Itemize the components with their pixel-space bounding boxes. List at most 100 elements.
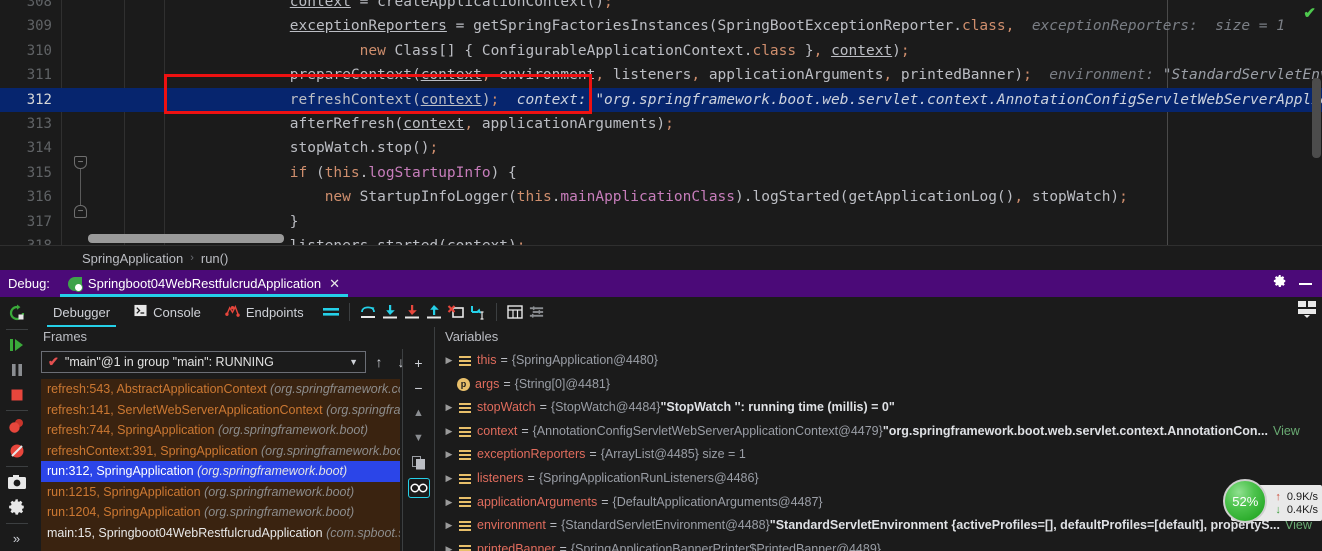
frame-list-item[interactable]: run:312, SpringApplication (org.springfr… [41,461,400,482]
expand-triangle-icon[interactable]: ▶ [441,514,457,538]
expand-triangle-icon[interactable]: ▶ [441,349,457,373]
expand-triangle-icon[interactable]: ▶ [441,491,457,515]
variable-row[interactable]: ▶ exceptionReporters = {ArrayList@4485} siz… [435,443,1322,467]
variable-value: {AnnotationConfigServletWebServerApplica… [532,423,883,438]
frame-package: (org.springframework.boot [261,443,400,458]
variable-value: {String[0]@4481} [514,376,611,391]
resume-program-icon[interactable] [4,336,30,355]
inspection-ok-icon[interactable]: ✔ [1303,4,1316,22]
force-step-into-icon[interactable] [401,301,423,323]
move-down-icon[interactable]: ▼ [408,428,430,448]
code-line[interactable]: 316 new StartupInfoLogger(this.mainAppli… [0,185,1322,209]
console-icon [134,304,147,320]
console-tab-label: Console [153,304,201,320]
step-out-icon[interactable] [423,301,445,323]
gear-icon[interactable] [1273,274,1287,293]
show-execution-point-icon[interactable] [320,301,342,323]
frame-list-item[interactable]: run:1215, SpringApplication (org.springf… [41,482,400,503]
evaluate-expression-icon[interactable] [504,301,526,323]
move-up-icon[interactable]: ▲ [408,403,430,423]
code-line[interactable]: 315 if (this.logStartupInfo) { [0,161,1322,185]
step-over-icon[interactable] [357,301,379,323]
expand-triangle-icon[interactable]: ▶ [441,467,457,491]
pause-program-icon[interactable] [4,360,30,379]
tab-endpoints[interactable]: Endpoints [213,297,316,327]
frame-list-item[interactable]: refresh:543, AbstractApplicationContext … [41,379,400,400]
run-to-cursor-icon[interactable] [467,301,489,323]
frame-list-item[interactable]: main:15, Springboot04WebRestfulcrudAppli… [41,523,400,544]
rerun-icon[interactable] [4,304,30,323]
debugger-content: Debugger Console Endpoints Frames ✔ "mai… [33,297,1322,551]
breadcrumb-item-method[interactable]: run() [197,251,232,266]
settings-layout-icon[interactable] [526,301,548,323]
thread-selector[interactable]: ✔ "main"@1 in group "main": RUNNING ▼ [41,351,366,373]
frames-side-toolbar[interactable]: + − ▲ ▼ [402,349,434,551]
debug-session-tab[interactable]: Springboot04WebRestfulcrudApplication ✕ [59,270,349,297]
view-breakpoints-icon[interactable] [4,417,30,436]
editor-vertical-scrollbar[interactable] [1312,78,1321,158]
view-link[interactable]: View [1268,420,1300,444]
code-line[interactable]: 312 refreshContext(context); context: "o… [0,87,1322,112]
variable-row[interactable]: ▶ context = {AnnotationConfigServletWebServ… [435,420,1322,444]
copy-value-icon[interactable] [408,453,430,473]
code-line[interactable]: 314 stopWatch.stop(); [0,136,1322,160]
code-line[interactable]: 311 prepareContext(context, environment,… [0,63,1322,87]
variable-row[interactable]: p args = {String[0]@4481} [435,373,1322,397]
mute-breakpoints-icon[interactable] [4,441,30,460]
network-speed-widget[interactable]: 52% ↑ 0.9K/s ↓ 0.4K/s [1223,479,1322,523]
variable-row[interactable]: ▶ printedBanner = {SpringApplicationBannerP… [435,538,1322,551]
code-editor[interactable]: 308 context = createApplicationContext()… [0,0,1322,245]
frame-up-icon[interactable]: ↑ [370,354,388,370]
frame-list-item[interactable]: run:1204, SpringApplication (org.springf… [41,502,400,523]
frames-panel-header: Frames [43,329,88,344]
debugger-tabbar[interactable]: Debugger Console Endpoints [33,297,1322,327]
upload-rate-row: ↑ 0.9K/s [1275,491,1318,503]
code-line[interactable]: 313 afterRefresh(context, applicationArg… [0,112,1322,136]
code-text: context = createApplicationContext(); [289,0,613,10]
code-fold-icon-open[interactable]: − [74,156,87,169]
more-actions-icon[interactable]: » [4,529,30,548]
breadcrumb-item-class[interactable]: SpringApplication [78,251,187,266]
editor-horizontal-scrollbar[interactable] [88,234,284,243]
code-line[interactable]: 310 new Class[] { ConfigurableApplicatio… [0,39,1322,63]
add-watch-icon[interactable]: + [408,353,430,373]
variable-row[interactable]: ▶ listeners = {SpringApplicationRunListener… [435,467,1322,491]
frame-method: refresh:543, AbstractApplicationContext [47,382,271,396]
variables-list[interactable]: ▶ this = {SpringApplication@4480} p args = {Str… [435,349,1322,551]
inspect-value-icon[interactable] [407,478,430,498]
frame-list-item[interactable]: refreshContext:391, SpringApplication (o… [41,441,400,462]
close-icon[interactable]: ✕ [327,276,340,292]
variable-row[interactable]: ▶ stopWatch = {StopWatch@4484} "StopWatch '… [435,396,1322,420]
expand-triangle-icon[interactable]: ▶ [441,420,457,444]
variable-value: {SpringApplicationBannerPrinter$PrintedB… [570,541,881,551]
chevron-down-icon[interactable]: ▼ [349,357,361,367]
settings-icon[interactable] [4,498,30,517]
code-line[interactable]: 308 context = createApplicationContext()… [0,0,1322,14]
variable-value: {StandardServletEnvironment@4488} [561,518,770,533]
layout-settings-icon[interactable] [1296,300,1318,318]
frames-list[interactable]: refresh:543, AbstractApplicationContext … [41,379,400,551]
stop-icon[interactable] [4,385,30,404]
drop-frame-icon[interactable] [445,301,467,323]
code-line[interactable]: 317 } [0,210,1322,234]
step-into-icon[interactable] [379,301,401,323]
tab-console[interactable]: Console [122,297,213,327]
variable-row[interactable]: ▶ this = {SpringApplication@4480} [435,349,1322,373]
code-line[interactable]: 309 exceptionReporters = getSpringFactor… [0,14,1322,38]
code-fold-icon-close[interactable]: − [74,205,87,218]
variable-row[interactable]: ▶ environment = {StandardServletEnvironment… [435,514,1322,538]
debug-left-toolbar[interactable]: » [0,297,33,551]
equals-sign: = [601,494,609,509]
expand-triangle-icon[interactable]: ▶ [441,396,457,420]
endpoints-tab-label: Endpoints [245,304,304,320]
frame-list-item[interactable]: refresh:744, SpringApplication (org.spri… [41,420,400,441]
expand-triangle-icon[interactable]: ▶ [441,538,457,551]
code-lines[interactable]: 308 context = createApplicationContext()… [0,0,1322,245]
screenshot-icon[interactable] [4,473,30,492]
tab-debugger[interactable]: Debugger [41,297,122,327]
frame-list-item[interactable]: refresh:141, ServletWebServerApplication… [41,400,400,421]
variable-row[interactable]: ▶ applicationArguments = {DefaultApplicatio… [435,491,1322,515]
minimize-icon[interactable] [1299,282,1312,285]
expand-triangle-icon[interactable]: ▶ [441,443,457,467]
remove-watch-icon[interactable]: − [408,378,430,398]
